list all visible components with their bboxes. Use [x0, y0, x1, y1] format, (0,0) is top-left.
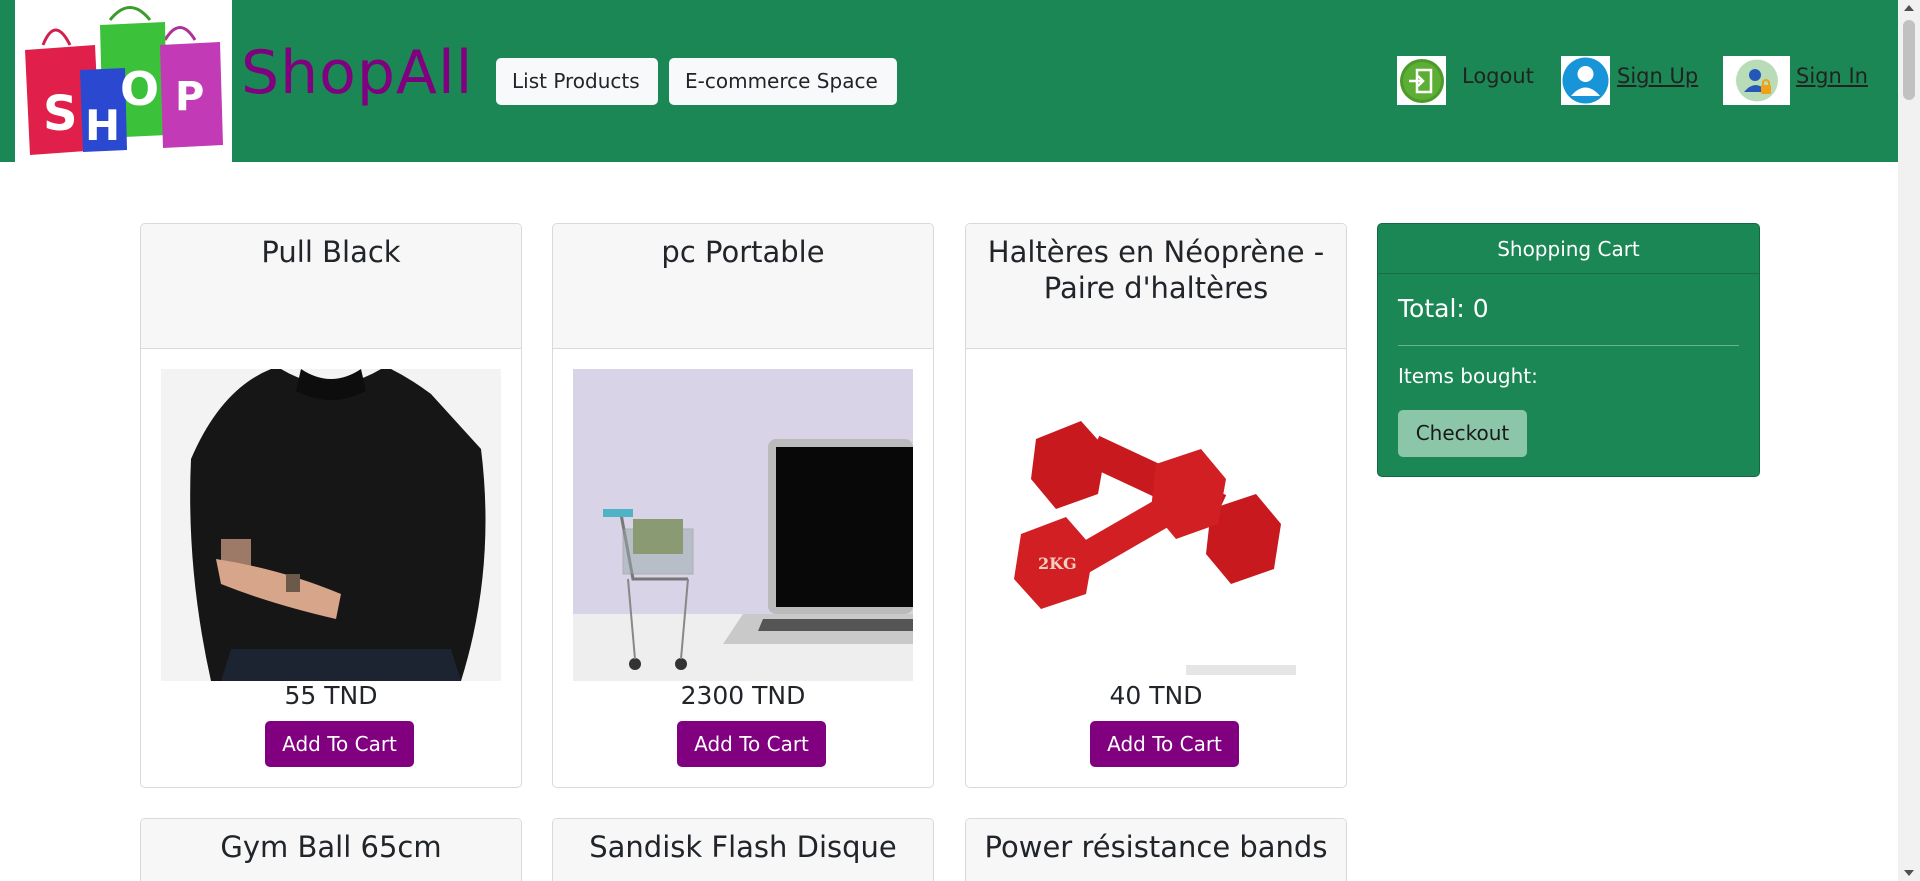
cart-total: Total: 0 — [1398, 294, 1489, 323]
product-title: pc Portable — [553, 224, 933, 349]
add-to-cart-button[interactable]: Add To Cart — [265, 721, 414, 767]
page-scrollbar[interactable] — [1898, 0, 1920, 881]
logout-icon[interactable] — [1397, 56, 1446, 105]
product-card: pc Portable 2300 TND Add To Cart — [552, 223, 934, 788]
items-bought-label: Items bought: — [1398, 364, 1538, 388]
dumbbell-weight-label: 2KG — [1038, 554, 1077, 573]
ecommerce-space-button[interactable]: E-commerce Space — [669, 58, 897, 105]
sign-in-link[interactable]: Sign In — [1796, 64, 1868, 88]
brand-title[interactable]: ShopAll — [241, 38, 473, 108]
laptop-cart-image — [573, 369, 913, 681]
logout-link[interactable]: Logout — [1462, 64, 1534, 88]
red-dumbbells-image: 2KG — [986, 369, 1326, 681]
user-icon[interactable] — [1561, 56, 1610, 105]
product-card: Pull Black 55 TND Add To Cart — [140, 223, 522, 788]
scroll-up-arrow-icon[interactable] — [1904, 5, 1914, 11]
product-price: 55 TND — [284, 681, 378, 710]
checkout-button[interactable]: Checkout — [1398, 410, 1527, 457]
product-title: Pull Black — [141, 224, 521, 349]
shopping-cart-panel: Shopping Cart Total: 0 Items bought: Che… — [1377, 223, 1760, 477]
list-products-button[interactable]: List Products — [496, 58, 658, 105]
scroll-thumb[interactable] — [1903, 20, 1915, 100]
product-card: Gym Ball 65cm — [140, 818, 522, 881]
user-lock-icon[interactable] — [1723, 56, 1790, 105]
product-title: Haltères en Néoprène - Paire d'haltères — [966, 224, 1346, 349]
top-navbar: S H O P ShopAll List Products E-commerce… — [0, 0, 1898, 162]
product-card: Sandisk Flash Disque — [552, 818, 934, 881]
logo-letter-s: S — [43, 86, 78, 142]
sign-up-link[interactable]: Sign Up — [1617, 64, 1698, 88]
logo-letter-h: H — [85, 101, 120, 150]
product-title: Power résistance bands — [966, 819, 1346, 881]
cart-title: Shopping Cart — [1378, 224, 1759, 274]
product-price: 2300 TND — [680, 681, 806, 710]
add-to-cart-button[interactable]: Add To Cart — [1090, 721, 1239, 767]
product-price: 40 TND — [1109, 681, 1203, 710]
product-card: Power résistance bands — [965, 818, 1347, 881]
logo-letter-p: P — [175, 74, 204, 120]
product-card: Haltères en Néoprène - Paire d'haltères … — [965, 223, 1347, 788]
product-title: Sandisk Flash Disque — [553, 819, 933, 881]
add-to-cart-button[interactable]: Add To Cart — [677, 721, 826, 767]
black-sweater-image — [161, 369, 501, 681]
logo-letter-o: O — [120, 62, 159, 116]
shop-logo[interactable]: S H O P — [15, 0, 232, 162]
product-title: Gym Ball 65cm — [141, 819, 521, 881]
cart-divider — [1398, 345, 1739, 346]
scroll-down-arrow-icon[interactable] — [1904, 870, 1914, 876]
